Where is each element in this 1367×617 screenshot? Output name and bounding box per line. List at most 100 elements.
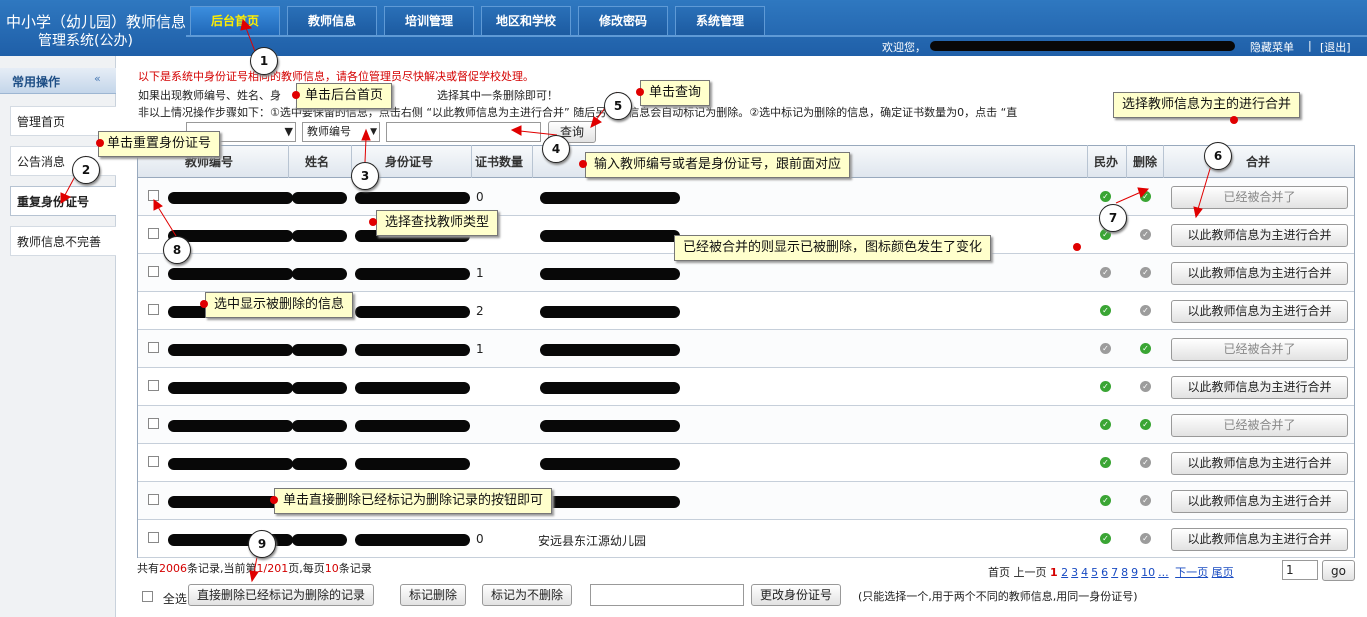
pager-page-link[interactable]: 7 xyxy=(1111,566,1118,579)
redacted-field xyxy=(292,458,347,470)
redacted-field xyxy=(540,496,680,508)
merge-button[interactable]: 以此教师信息为主进行合并 xyxy=(1171,224,1348,247)
notice-line3: 非以上情况操作步骤如下：①选中要保留的信息，点击右侧 “以此教师信息为主进行合并… xyxy=(138,106,1018,119)
merged-button[interactable]: 已经被合并了 xyxy=(1171,414,1348,437)
annotation-marker-7: 7 xyxy=(1099,204,1127,232)
status-suffix: 条记录 xyxy=(338,562,372,575)
annotation-dot-1 xyxy=(292,91,300,99)
col-cert-count: 证书数量 xyxy=(475,155,524,169)
merge-button[interactable]: 以此教师信息为主进行合并 xyxy=(1171,300,1348,323)
hide-menu-link[interactable]: 隐藏菜单 xyxy=(1250,39,1294,55)
check-green-icon: ✓ xyxy=(1100,381,1111,392)
annotation-dot-7 xyxy=(1073,243,1081,251)
pager-page-link[interactable]: 9 xyxy=(1131,566,1138,579)
row-checkbox[interactable] xyxy=(148,342,159,353)
change-id-button[interactable]: 更改身份证号 xyxy=(751,584,842,606)
row-checkbox[interactable] xyxy=(148,418,159,429)
nav-tab-home[interactable]: 后台首页 xyxy=(190,6,280,36)
new-id-input[interactable] xyxy=(590,584,744,606)
check-gray-icon: ✓ xyxy=(1100,343,1111,354)
search-input[interactable] xyxy=(386,122,541,142)
mark-delete-button[interactable]: 标记删除 xyxy=(400,584,467,606)
row-checkbox[interactable] xyxy=(148,380,159,391)
check-green-icon: ✓ xyxy=(1140,343,1151,354)
merge-button[interactable]: 以此教师信息为主进行合并 xyxy=(1171,528,1348,551)
cert-count: 1 xyxy=(476,342,484,356)
sidebar-item-duplicate-id[interactable]: 重复身份证号 xyxy=(10,186,116,216)
app-header: 中小学（幼儿园）教师信息 管理系统(公办) 后台首页 教师信息 培训管理 地区和… xyxy=(0,0,1367,56)
pager-page-link[interactable]: 6 xyxy=(1101,566,1108,579)
pager-page-link[interactable]: 10 xyxy=(1141,566,1155,579)
nav-tab-region-school[interactable]: 地区和学校 xyxy=(481,6,571,36)
pager-prev[interactable]: 上一页 xyxy=(1014,566,1047,579)
annotation-box-2: 单击重置身份证号 xyxy=(98,131,221,157)
merged-button[interactable]: 已经被合并了 xyxy=(1171,338,1348,361)
row-checkbox[interactable] xyxy=(148,190,159,201)
check-green-icon: ✓ xyxy=(1100,419,1111,430)
cert-count: 0 xyxy=(476,532,484,546)
logout-link[interactable]: [退出] xyxy=(1320,39,1351,55)
merge-button[interactable]: 以此教师信息为主进行合并 xyxy=(1171,490,1348,513)
row-checkbox[interactable] xyxy=(148,494,159,505)
delete-marked-button[interactable]: 直接删除已经标记为删除的记录 xyxy=(188,584,375,606)
col-merge: 合并 xyxy=(1246,155,1271,169)
nav-tab-training[interactable]: 培训管理 xyxy=(384,6,474,36)
search-type-value: 教师编号 xyxy=(307,125,351,138)
pager-first[interactable]: 首页 xyxy=(988,566,1010,579)
redacted-field xyxy=(540,458,680,470)
row-checkbox[interactable] xyxy=(148,266,159,277)
merge-button[interactable]: 以此教师信息为主进行合并 xyxy=(1171,262,1348,285)
annotation-box-6: 选择教师信息为主的进行合并 xyxy=(1113,92,1301,118)
pager-page-input[interactable]: 1 xyxy=(1282,560,1318,580)
row-checkbox[interactable] xyxy=(148,456,159,467)
col-id-number: 身份证号 xyxy=(385,155,434,169)
status-mid2: 页,每页 xyxy=(288,562,325,575)
notice-line2-end: 选择其中一条删除即可！ xyxy=(437,89,558,102)
select-all[interactable]: 全选 xyxy=(142,587,187,606)
redacted-field xyxy=(540,230,680,242)
merge-button[interactable]: 以此教师信息为主进行合并 xyxy=(1171,452,1348,475)
annotation-dot-2 xyxy=(96,139,104,147)
app-title-line1: 中小学（幼儿园）教师信息 xyxy=(6,13,187,31)
annotation-box-9: 单击直接删除已经标记为删除记录的按钮即可 xyxy=(274,488,553,514)
merged-button[interactable]: 已经被合并了 xyxy=(1171,186,1348,209)
redacted-field xyxy=(540,344,680,356)
pager-last[interactable]: 尾页 xyxy=(1212,566,1234,579)
nav-tab-change-password[interactable]: 修改密码 xyxy=(578,6,668,36)
collapse-icon[interactable]: « xyxy=(94,72,101,85)
redacted-field xyxy=(540,192,680,204)
sidebar-item-incomplete-info[interactable]: 教师信息不完善 xyxy=(10,226,116,256)
row-checkbox[interactable] xyxy=(148,532,159,543)
nav-tab-system[interactable]: 系统管理 xyxy=(675,6,765,36)
pager-current: 1 xyxy=(1050,566,1058,579)
chevron-down-icon: ▼ xyxy=(370,127,377,137)
annotation-box-4: 输入教师编号或者是身份证号，跟前面对应 xyxy=(585,152,851,178)
record-status: 共有2006条记录,当前第1/201页,每页10条记录 xyxy=(137,560,372,576)
redacted-field xyxy=(168,344,293,356)
check-green-icon: ✓ xyxy=(1100,457,1111,468)
header-separator: | xyxy=(1308,39,1312,52)
mark-undelete-button[interactable]: 标记为不删除 xyxy=(482,584,573,606)
pager-next[interactable]: 下一页 xyxy=(1175,566,1208,579)
check-gray-icon: ✓ xyxy=(1140,305,1151,316)
redacted-field xyxy=(292,420,347,432)
pager-page-link[interactable]: 5 xyxy=(1091,566,1098,579)
merge-button[interactable]: 以此教师信息为主进行合并 xyxy=(1171,376,1348,399)
pager-page-link[interactable]: ... xyxy=(1158,566,1169,579)
annotation-marker-3: 3 xyxy=(351,162,379,190)
redacted-field xyxy=(355,192,470,204)
pager-page-link[interactable]: 8 xyxy=(1121,566,1128,579)
cert-count: 2 xyxy=(476,304,484,318)
pager-page-link[interactable]: 4 xyxy=(1081,566,1088,579)
col-name: 姓名 xyxy=(305,155,330,169)
row-checkbox[interactable] xyxy=(148,304,159,315)
pager-go-button[interactable]: go xyxy=(1322,560,1355,581)
nav-tab-teacher-info[interactable]: 教师信息 xyxy=(287,6,377,36)
check-green-icon: ✓ xyxy=(1100,533,1111,544)
select-all-checkbox[interactable] xyxy=(142,591,153,602)
row-checkbox[interactable] xyxy=(148,228,159,239)
pager-page-link[interactable]: 2 xyxy=(1061,566,1068,579)
pager-page-link[interactable]: 3 xyxy=(1071,566,1078,579)
search-type-select[interactable]: 教师编号 ▼ xyxy=(302,122,380,142)
annotation-marker-4: 4 xyxy=(542,135,570,163)
